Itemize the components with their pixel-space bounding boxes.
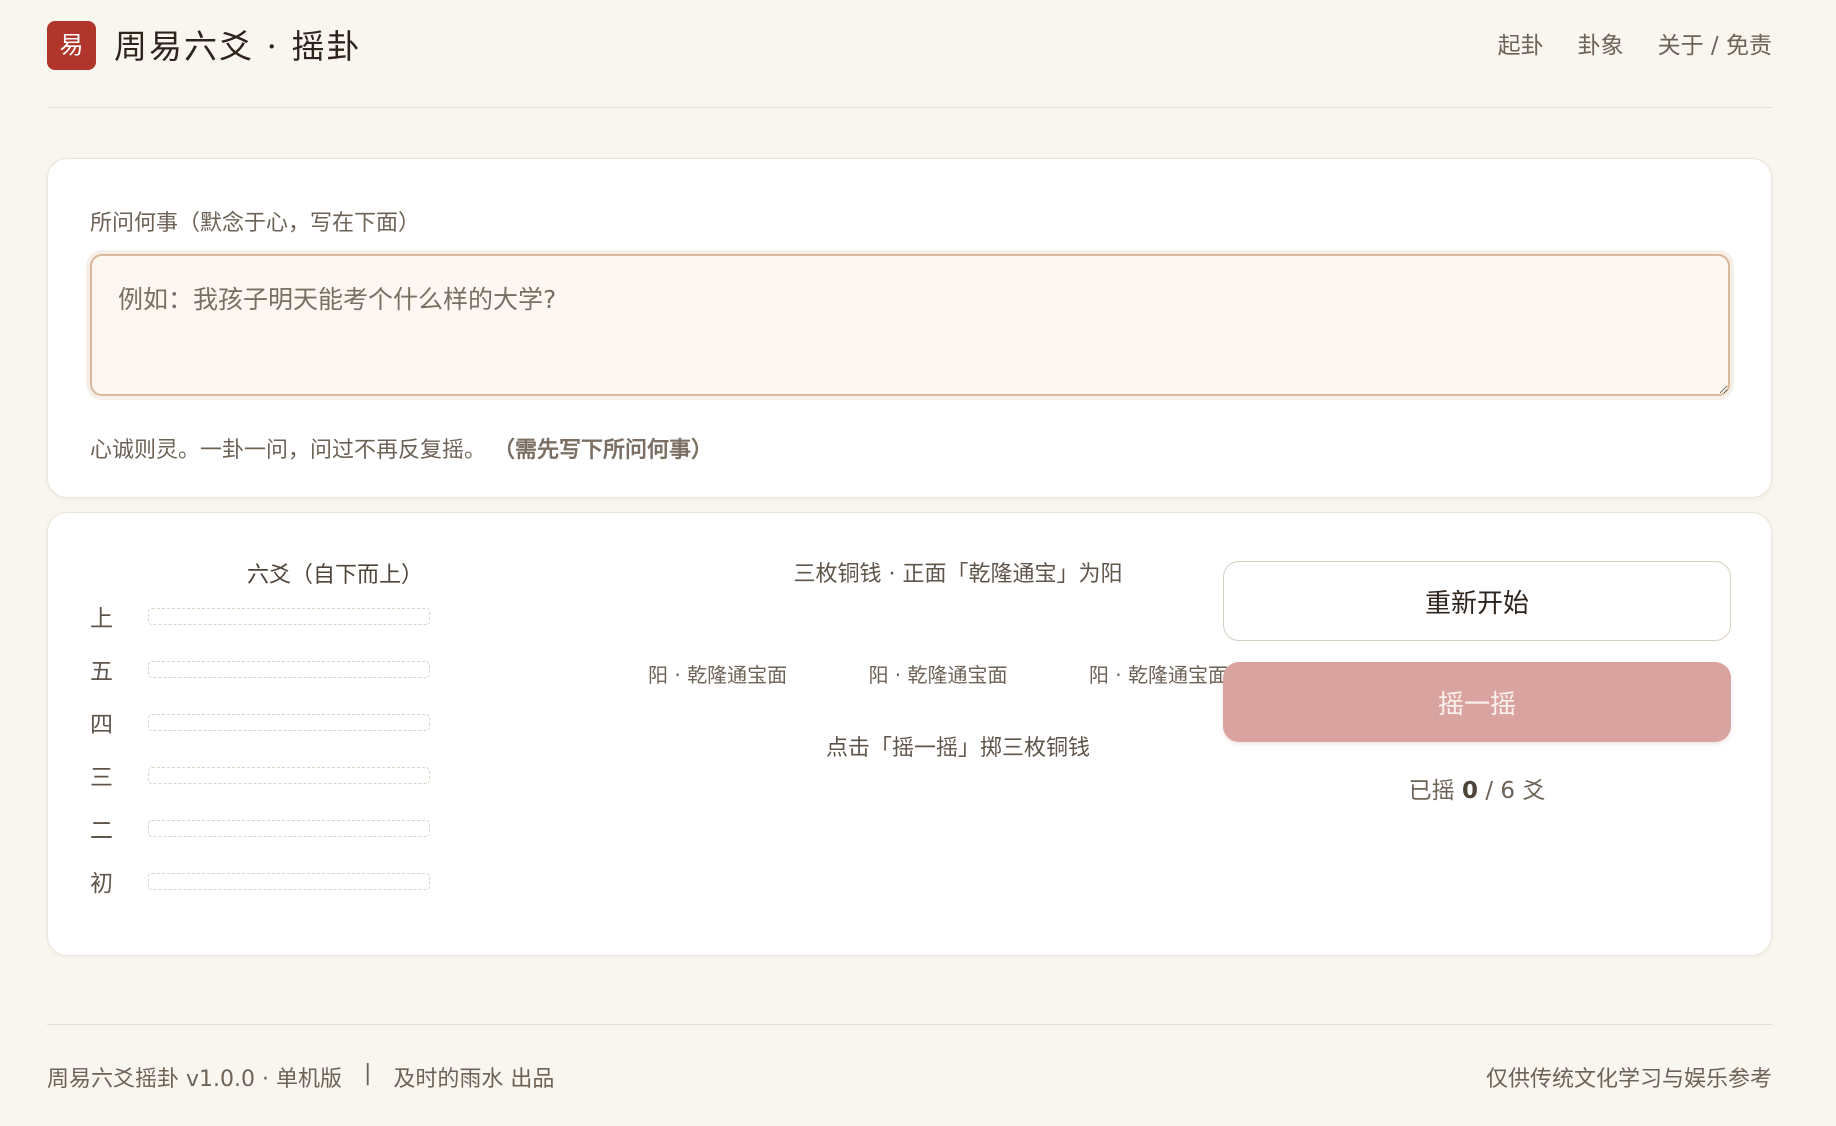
app-root: 易 周易六爻 · 摇卦 起卦 卦象 关于 / 免责 所问何事（默念于心，写在下面…	[0, 0, 1836, 1126]
question-input[interactable]	[90, 254, 1730, 396]
shake-card: 六爻（自下而上） 上 五 四 三 二 初 三枚铜钱 · 正面「乾隆通宝」为阳 阳…	[47, 512, 1772, 956]
question-hint-required: （需先写下所问何事）	[493, 438, 714, 463]
yao-row-third: 三	[90, 760, 430, 791]
yao-label: 二	[90, 818, 113, 844]
page-footer: 周易六爻摇卦 v1.0.0 · 单机版 | 及时的雨水 出品 仅供传统文化学习与…	[47, 1024, 1772, 1126]
coin-3: 阳 · 乾隆通宝面	[1088, 663, 1228, 687]
nav-about-disclaimer[interactable]: 关于 / 免责	[1658, 31, 1772, 61]
yao-row-top: 上	[90, 601, 430, 632]
yao-row-second: 二	[90, 813, 430, 844]
top-header: 易 周易六爻 · 摇卦 起卦 卦象 关于 / 免责	[47, 0, 1772, 108]
yao-line-slot	[148, 766, 430, 784]
nav-guaxiang[interactable]: 卦象	[1578, 31, 1624, 61]
app-title: 周易六爻 · 摇卦	[114, 27, 362, 66]
top-nav: 起卦 卦象 关于 / 免责	[1498, 31, 1772, 61]
nav-qigua[interactable]: 起卦	[1498, 31, 1544, 61]
logo-icon: 易	[47, 21, 96, 70]
footer-version: 周易六爻摇卦 v1.0.0 · 单机版	[47, 1067, 342, 1092]
coins-hint: 点击「摇一摇」掷三枚铜钱	[825, 736, 1090, 761]
yao-label: 四	[90, 712, 113, 738]
footer-author: 及时的雨水 出品	[393, 1067, 555, 1092]
yao-title: 六爻（自下而上）	[247, 563, 424, 588]
coin-2: 阳 · 乾隆通宝面	[868, 663, 1008, 687]
yao-label: 三	[90, 765, 113, 791]
question-card: 所问何事（默念于心，写在下面） 心诚则灵。一卦一问，问过不再反复摇。 （需先写下…	[47, 158, 1772, 498]
yao-row-first: 初	[90, 866, 430, 897]
yao-label: 五	[90, 659, 113, 685]
yao-line-slot	[148, 607, 430, 625]
yao-row-fourth: 四	[90, 707, 430, 738]
yao-label: 上	[90, 606, 113, 632]
question-label: 所问何事（默念于心，写在下面）	[90, 211, 421, 236]
footer-separator: |	[363, 1061, 372, 1086]
yao-line-slot	[148, 872, 430, 890]
yao-line-slot	[148, 713, 430, 731]
yao-label: 初	[90, 871, 113, 897]
restart-button[interactable]: 重新开始	[1223, 561, 1731, 641]
yao-line-slot	[148, 819, 430, 837]
footer-left: 周易六爻摇卦 v1.0.0 · 单机版 | 及时的雨水 出品	[47, 1061, 554, 1093]
progress-count: 0	[1461, 778, 1478, 804]
shake-button[interactable]: 摇一摇	[1223, 662, 1731, 742]
progress-total: / 6 爻	[1485, 778, 1546, 804]
progress-prefix: 已摇	[1408, 778, 1455, 804]
yao-line-slot	[148, 660, 430, 678]
coins-row: 阳 · 乾隆通宝面 阳 · 乾隆通宝面 阳 · 乾隆通宝面	[648, 659, 1228, 688]
question-hint-text: 心诚则灵。一卦一问，问过不再反复摇。	[90, 438, 487, 463]
coin-1: 阳 · 乾隆通宝面	[648, 663, 788, 687]
footer-disclaimer: 仅供传统文化学习与娱乐参考	[1485, 1067, 1772, 1092]
shake-progress: 已摇 0 / 6 爻	[1223, 771, 1731, 805]
yao-row-fifth: 五	[90, 654, 430, 685]
question-hint: 心诚则灵。一卦一问，问过不再反复摇。 （需先写下所问何事）	[90, 432, 713, 464]
